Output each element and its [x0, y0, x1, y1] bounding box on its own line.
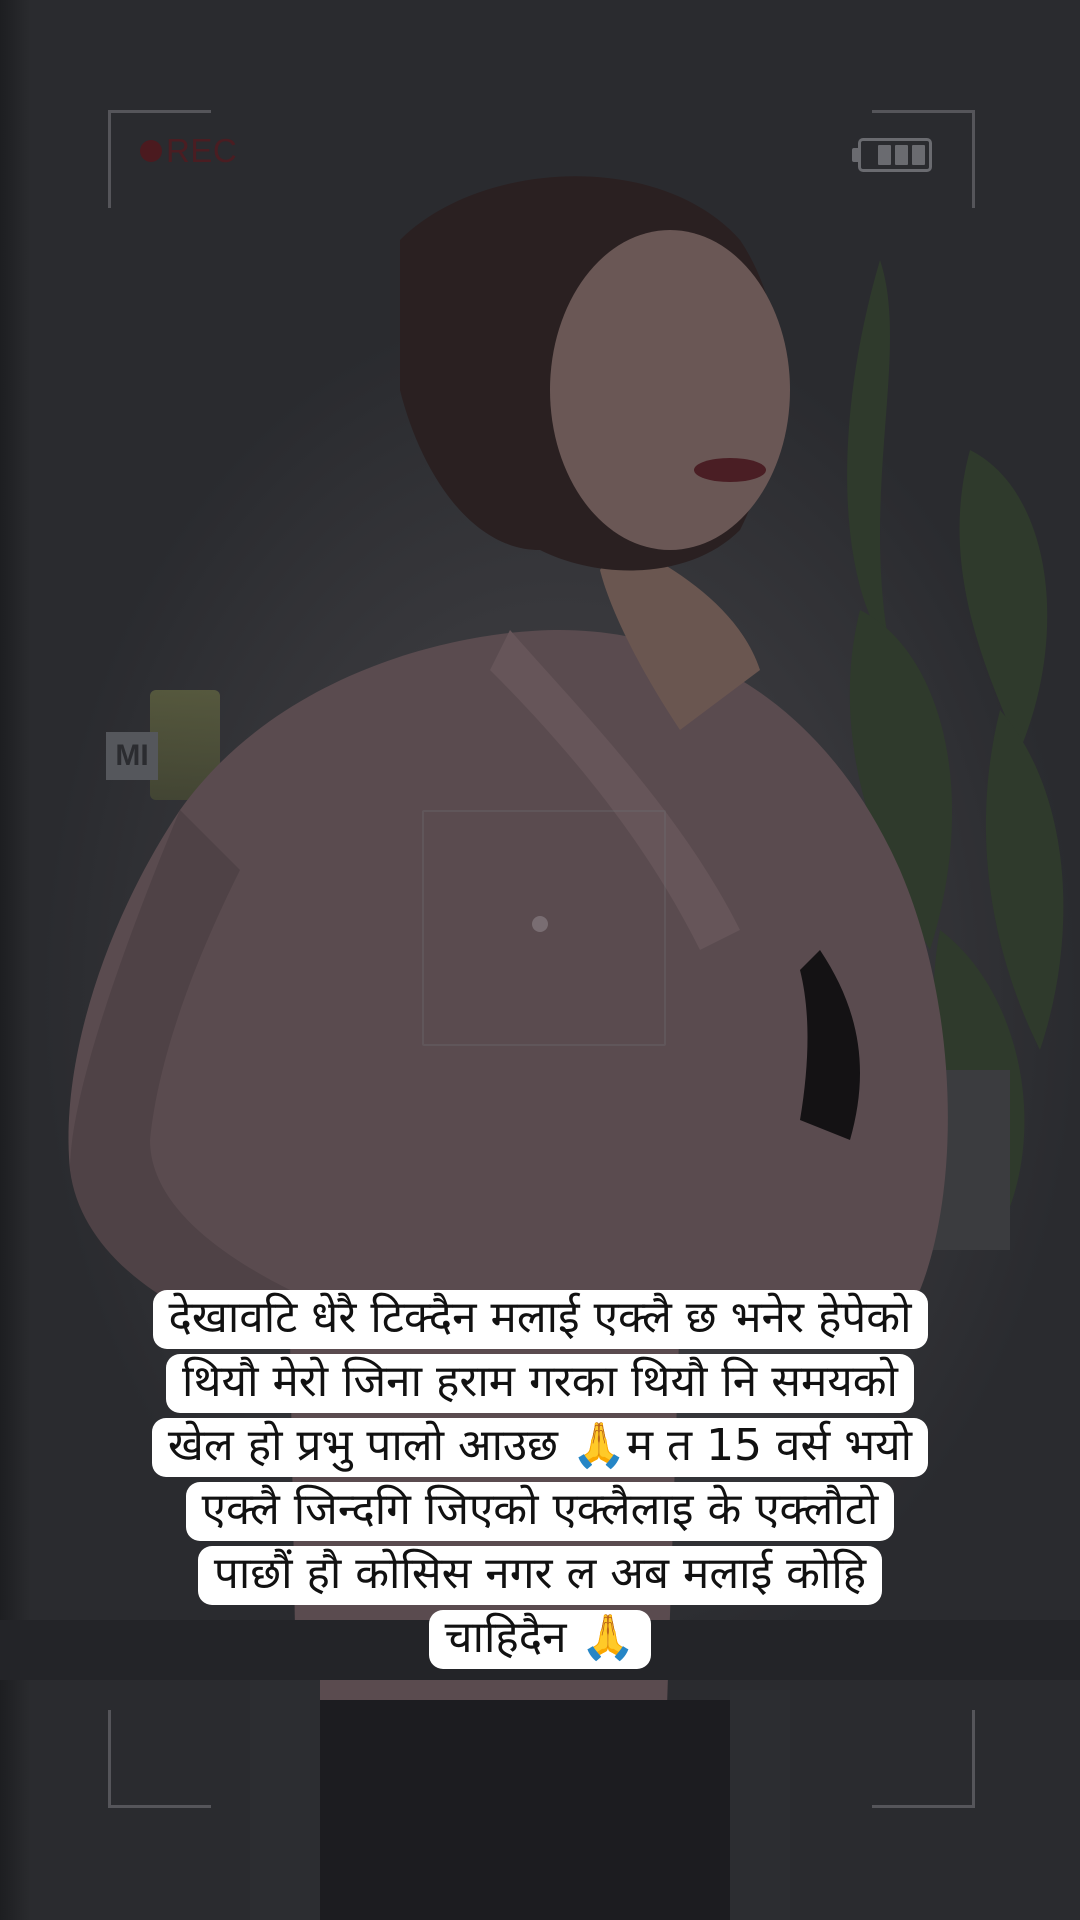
caption-line: खेल हो प्रभु पालो आउछ 🙏म त 15 वर्स भयो: [151, 1418, 929, 1477]
viewfinder-corner-bottom-left: [108, 1710, 211, 1808]
video-frame: MI REC देखावटि धेरै टिक्दैन मलाई एक्लै छ…: [0, 0, 1080, 1920]
rec-label: REC: [166, 132, 238, 169]
battery-cell: [895, 145, 908, 165]
battery-icon: [852, 138, 932, 172]
caption-line: देखावटि धेरै टिक्दैन मलाई एक्लै छ भनेर ह…: [152, 1290, 928, 1349]
caption-line: एक्लै जिन्दगि जिएको एक्लैलाइ के एक्लौटो: [185, 1482, 895, 1541]
caption-text-box: देखावटि धेरै टिक्दैन मलाई एक्लै छ भनेर ह…: [56, 1286, 1024, 1670]
caption-line: थियौ मेरो जिना हराम गरका थियौ नि समयको: [166, 1354, 914, 1413]
battery-cell: [878, 145, 891, 165]
viewfinder-corner-bottom-right: [872, 1710, 975, 1808]
battery-cell: [912, 145, 925, 165]
focus-point-icon: [532, 916, 548, 932]
caption-line: चाहिदैन 🙏: [428, 1610, 652, 1669]
rec-indicator: REC: [140, 132, 237, 170]
caption-line: पाछौं हौ कोसिस नगर ल अब मलाई कोहि: [197, 1546, 883, 1605]
battery-body: [858, 138, 932, 172]
record-dot-icon: [140, 140, 162, 162]
